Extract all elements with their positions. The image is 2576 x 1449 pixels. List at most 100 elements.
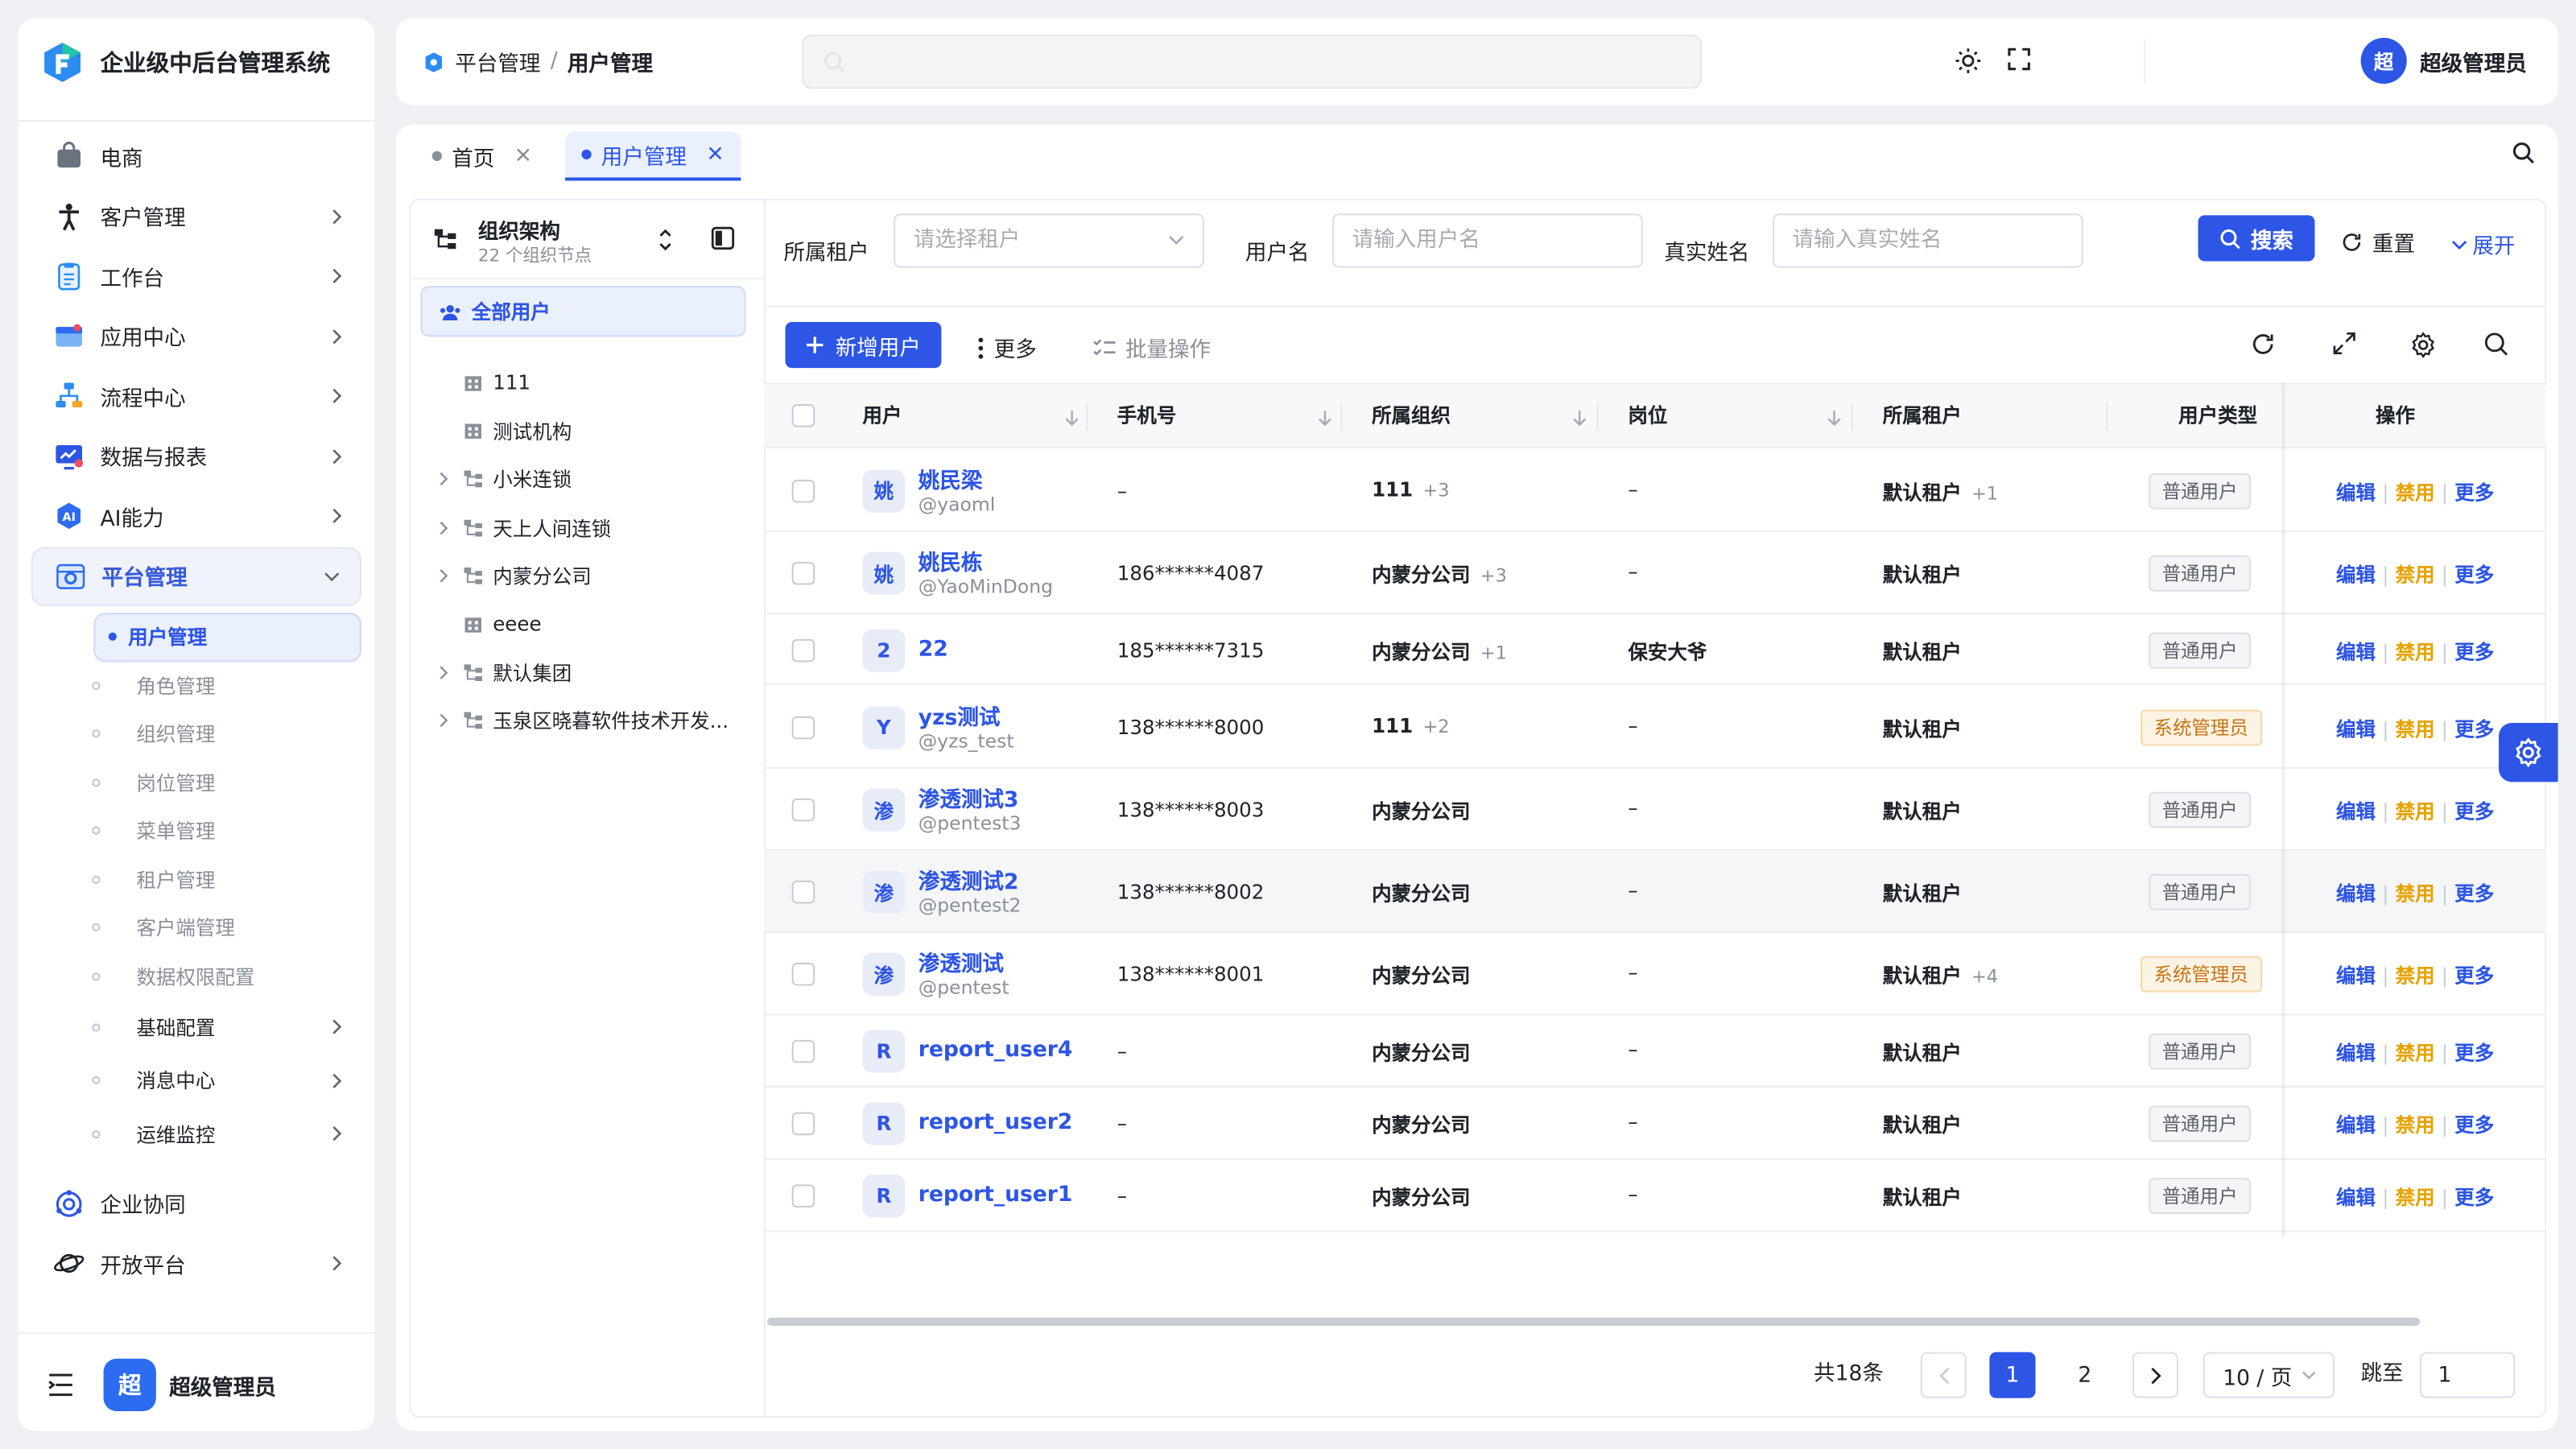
disable-link[interactable]: 禁用 bbox=[2396, 640, 2435, 663]
sidebar-subitem[interactable]: 消息中心 bbox=[77, 1054, 361, 1107]
sidebar-item[interactable]: 应用中心 bbox=[31, 307, 361, 366]
edit-link[interactable]: 编辑 bbox=[2336, 481, 2376, 504]
sidebar-item[interactable]: 流程中心 bbox=[31, 366, 361, 426]
tree-node[interactable]: eeee bbox=[431, 601, 542, 647]
search-icon[interactable] bbox=[2484, 332, 2509, 357]
sidebar-subitem[interactable]: 角色管理 bbox=[77, 661, 361, 709]
sun-icon[interactable] bbox=[1955, 47, 1982, 74]
chevron-right-icon[interactable] bbox=[431, 665, 457, 679]
more-button[interactable]: 更多 bbox=[977, 332, 1037, 363]
table-row[interactable]: Rreport_user2– 内蒙分公司 – 默认租户 普通用户 编辑 | 禁用 | 更多 bbox=[763, 1088, 2547, 1160]
sidebar-subitem[interactable]: 组织管理 bbox=[77, 710, 361, 758]
disable-link[interactable]: 禁用 bbox=[2396, 882, 2435, 906]
column-header[interactable]: 用户 bbox=[862, 385, 902, 451]
sidebar-subitem[interactable]: 客户端管理 bbox=[77, 903, 361, 952]
table-row[interactable]: Rreport_user4– 内蒙分公司 – 默认租户 普通用户 编辑 | 禁用 | 更多 bbox=[763, 1015, 2547, 1088]
column-header[interactable]: 手机号 bbox=[1117, 385, 1177, 451]
user-name-link[interactable]: yzs测试 bbox=[919, 699, 1001, 731]
sidebar-item[interactable]: AI AI能力 bbox=[31, 486, 361, 546]
reset-button[interactable]: 重置 bbox=[2341, 227, 2415, 258]
realname-input[interactable]: 请输入真实姓名 bbox=[1773, 213, 2083, 268]
sidebar-item[interactable]: 平台管理 bbox=[31, 546, 361, 607]
row-checkbox[interactable] bbox=[791, 638, 815, 662]
table-row[interactable]: 姚 @YaoMinDong 姚民栋 186******4087 内蒙分公司 +3 – 默认租户… bbox=[763, 532, 2547, 615]
expand-diagonal-icon[interactable] bbox=[2333, 332, 2356, 355]
row-checkbox[interactable] bbox=[791, 1039, 815, 1063]
username-input[interactable]: 请输入用户名 bbox=[1332, 213, 1643, 268]
settings-float-button[interactable] bbox=[2499, 722, 2558, 782]
tree-node[interactable]: 111 bbox=[431, 360, 530, 406]
sort-arrow-icon[interactable] bbox=[1827, 385, 1841, 451]
sidebar-item[interactable]: 电商 bbox=[31, 126, 361, 186]
tree-node[interactable]: 小米连锁 bbox=[431, 456, 572, 502]
row-checkbox[interactable] bbox=[791, 1184, 815, 1208]
user-name-link[interactable]: 姚民梁 bbox=[919, 462, 983, 494]
sidebar-item[interactable]: 数据与报表 bbox=[31, 427, 361, 486]
user-name-link[interactable]: 渗透测试 bbox=[919, 947, 1004, 978]
user-name-link[interactable]: report_user4 bbox=[919, 1038, 1073, 1063]
close-icon[interactable]: ✕ bbox=[706, 142, 724, 167]
table-row[interactable]: 姚 @yaoml 姚民梁 –111 +3– 默认租户 +1 普通用户 编辑 | 禁用 | 更多 bbox=[763, 448, 2547, 533]
search-icon[interactable] bbox=[2512, 142, 2535, 165]
tree-node[interactable]: 天上人间连锁 bbox=[431, 505, 611, 551]
sidebar-item[interactable]: 客户管理 bbox=[31, 187, 361, 246]
edit-link[interactable]: 编辑 bbox=[2336, 964, 2376, 988]
page-size-select[interactable]: 10 / 页 bbox=[2202, 1352, 2334, 1398]
row-checkbox[interactable] bbox=[791, 715, 815, 739]
disable-link[interactable]: 禁用 bbox=[2396, 717, 2435, 741]
user-name-link[interactable]: 渗透测试2 bbox=[919, 864, 1019, 896]
sidebar-item[interactable]: 企业协同 bbox=[31, 1174, 361, 1233]
disable-link[interactable]: 禁用 bbox=[2396, 1042, 2435, 1065]
edit-link[interactable]: 编辑 bbox=[2336, 717, 2376, 741]
tab-user-management[interactable]: 用户管理 ✕ bbox=[564, 131, 741, 181]
breadcrumb-item[interactable]: 平台管理 bbox=[455, 46, 540, 77]
refresh-icon[interactable] bbox=[2251, 332, 2276, 357]
column-header[interactable]: 岗位 bbox=[1628, 385, 1667, 451]
panel-collapse-icon[interactable] bbox=[711, 226, 735, 250]
column-header[interactable]: 所属租户 bbox=[1883, 385, 1962, 451]
user-name-link[interactable]: 渗透测试3 bbox=[919, 782, 1019, 814]
more-link[interactable]: 更多 bbox=[2454, 717, 2494, 741]
chevron-right-icon[interactable] bbox=[431, 472, 457, 486]
edit-link[interactable]: 编辑 bbox=[2336, 800, 2376, 824]
table-row[interactable]: Rreport_user1– 内蒙分公司 – 默认租户 普通用户 编辑 | 禁用 | 更多 bbox=[763, 1160, 2547, 1232]
menu-collapse-icon[interactable] bbox=[47, 1373, 74, 1397]
user-name-link[interactable]: 22 bbox=[919, 637, 948, 662]
disable-link[interactable]: 禁用 bbox=[2396, 481, 2435, 504]
tenant-select[interactable]: 请选择租户 bbox=[894, 213, 1204, 268]
edit-link[interactable]: 编辑 bbox=[2336, 1186, 2376, 1209]
add-user-button[interactable]: 新增用户 bbox=[785, 321, 942, 369]
global-search-input[interactable] bbox=[801, 34, 1703, 89]
edit-link[interactable]: 编辑 bbox=[2336, 564, 2376, 587]
sidebar-subitem[interactable]: 菜单管理 bbox=[77, 807, 361, 855]
user-name-link[interactable]: report_user1 bbox=[919, 1183, 1073, 1208]
row-checkbox[interactable] bbox=[791, 561, 815, 585]
chevron-right-icon[interactable] bbox=[431, 520, 457, 535]
avatar[interactable]: 超 bbox=[103, 1358, 156, 1412]
sort-arrow-icon[interactable] bbox=[1064, 385, 1079, 451]
sidebar-item[interactable]: 工作台 bbox=[31, 246, 361, 306]
sidebar-item[interactable]: 开放平台 bbox=[31, 1234, 361, 1294]
column-header[interactable]: 所属组织 bbox=[1372, 385, 1451, 451]
table-row[interactable]: Y @yzs_test yzs测试 138******8000 111 +2 – 默认租户 系统… bbox=[763, 685, 2547, 770]
fullscreen-icon[interactable] bbox=[2008, 47, 2031, 71]
sort-arrow-icon[interactable] bbox=[1318, 385, 1332, 451]
chevron-right-icon[interactable] bbox=[431, 713, 457, 728]
row-checkbox[interactable] bbox=[791, 962, 815, 986]
expand-collapse-icon[interactable] bbox=[657, 227, 673, 254]
tree-node[interactable]: 内蒙分公司 bbox=[431, 553, 592, 599]
sidebar-subitem[interactable]: 运维监控 bbox=[77, 1107, 361, 1160]
more-link[interactable]: 更多 bbox=[2454, 640, 2494, 663]
more-link[interactable]: 更多 bbox=[2454, 882, 2494, 906]
sidebar-subitem[interactable]: 岗位管理 bbox=[77, 758, 361, 807]
more-link[interactable]: 更多 bbox=[2454, 964, 2494, 988]
select-all-checkbox[interactable] bbox=[791, 404, 815, 427]
tab-home[interactable]: 首页 ✕ bbox=[415, 131, 548, 180]
page-button-current[interactable]: 1 bbox=[1989, 1352, 2036, 1398]
disable-link[interactable]: 禁用 bbox=[2396, 1114, 2435, 1137]
table-row[interactable]: 渗 @pentest2 渗透测试2 138******8002 内蒙分公司 – 默认租户 普通… bbox=[763, 851, 2547, 934]
search-button[interactable]: 搜索 bbox=[2198, 215, 2315, 262]
edit-link[interactable]: 编辑 bbox=[2336, 1042, 2376, 1065]
tree-node[interactable]: 测试机构 bbox=[431, 408, 572, 454]
table-row[interactable]: 2 22 185******7315 内蒙分公司 +1 保安大爷 默认租户 普通用户 编辑 | 禁用… bbox=[763, 614, 2547, 686]
